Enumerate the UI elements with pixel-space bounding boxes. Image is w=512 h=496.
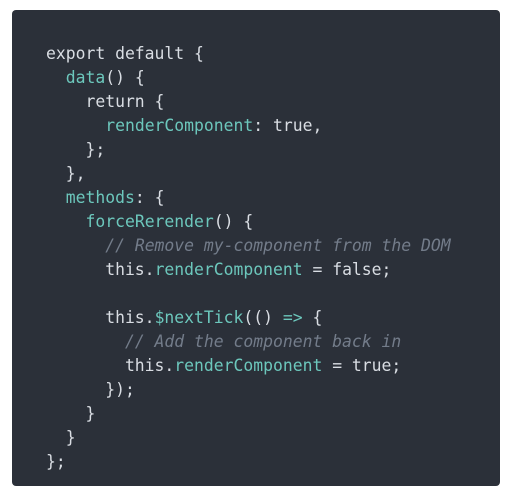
code-line: } bbox=[46, 402, 451, 426]
code-token: = true; bbox=[322, 356, 402, 375]
code-token: }, bbox=[46, 164, 86, 183]
code-token: this. bbox=[46, 260, 155, 279]
code-snippet-panel: export default { data() { return { rende… bbox=[12, 10, 500, 486]
code-block: export default { data() { return { rende… bbox=[46, 42, 451, 474]
code-token: this. bbox=[46, 308, 155, 327]
code-line: }; bbox=[46, 138, 451, 162]
code-line: }; bbox=[46, 450, 451, 474]
code-token: }; bbox=[46, 140, 106, 159]
code-line: }, bbox=[46, 162, 451, 186]
code-line: } bbox=[46, 426, 451, 450]
code-line: this.$nextTick(() => { bbox=[46, 306, 451, 330]
code-line: }); bbox=[46, 378, 451, 402]
code-token: export default { bbox=[46, 44, 204, 63]
code-comment: // Add the component back in bbox=[124, 332, 402, 351]
code-line: // Remove my-component from the DOM bbox=[46, 234, 451, 258]
code-line: forceRerender() { bbox=[46, 210, 451, 234]
code-token: { bbox=[302, 308, 323, 327]
code-token: forceRerender bbox=[85, 212, 214, 231]
code-line: export default { bbox=[46, 42, 451, 66]
code-token: this. bbox=[46, 356, 175, 375]
code-token: () { bbox=[105, 68, 145, 87]
code-token: : { bbox=[134, 188, 165, 207]
code-line: return { bbox=[46, 90, 451, 114]
code-line: methods: { bbox=[46, 186, 451, 210]
code-line: renderComponent: true, bbox=[46, 114, 451, 138]
code-token: data bbox=[65, 68, 106, 87]
code-token: => bbox=[282, 308, 303, 327]
code-token: () { bbox=[213, 212, 254, 231]
code-token: = false; bbox=[302, 260, 392, 279]
code-line: this.renderComponent = false; bbox=[46, 258, 451, 282]
code-line: // Add the component back in bbox=[46, 330, 451, 354]
code-token: $nextTick bbox=[154, 308, 244, 327]
code-comment: // Remove my-component from the DOM bbox=[105, 236, 451, 255]
code-token: methods bbox=[65, 188, 135, 207]
code-token: renderComponent bbox=[174, 356, 323, 375]
code-line: data() { bbox=[46, 66, 451, 90]
code-token: return { bbox=[46, 92, 165, 111]
code-line: this.renderComponent = true; bbox=[46, 354, 451, 378]
code-token: (() bbox=[243, 308, 283, 327]
code-token: : true, bbox=[253, 116, 323, 135]
code-token: }); bbox=[46, 380, 135, 399]
code-token: } bbox=[46, 428, 76, 447]
code-token: renderComponent bbox=[105, 116, 254, 135]
code-token: }; bbox=[46, 452, 66, 471]
code-token: renderComponent bbox=[154, 260, 303, 279]
code-token: } bbox=[46, 404, 96, 423]
